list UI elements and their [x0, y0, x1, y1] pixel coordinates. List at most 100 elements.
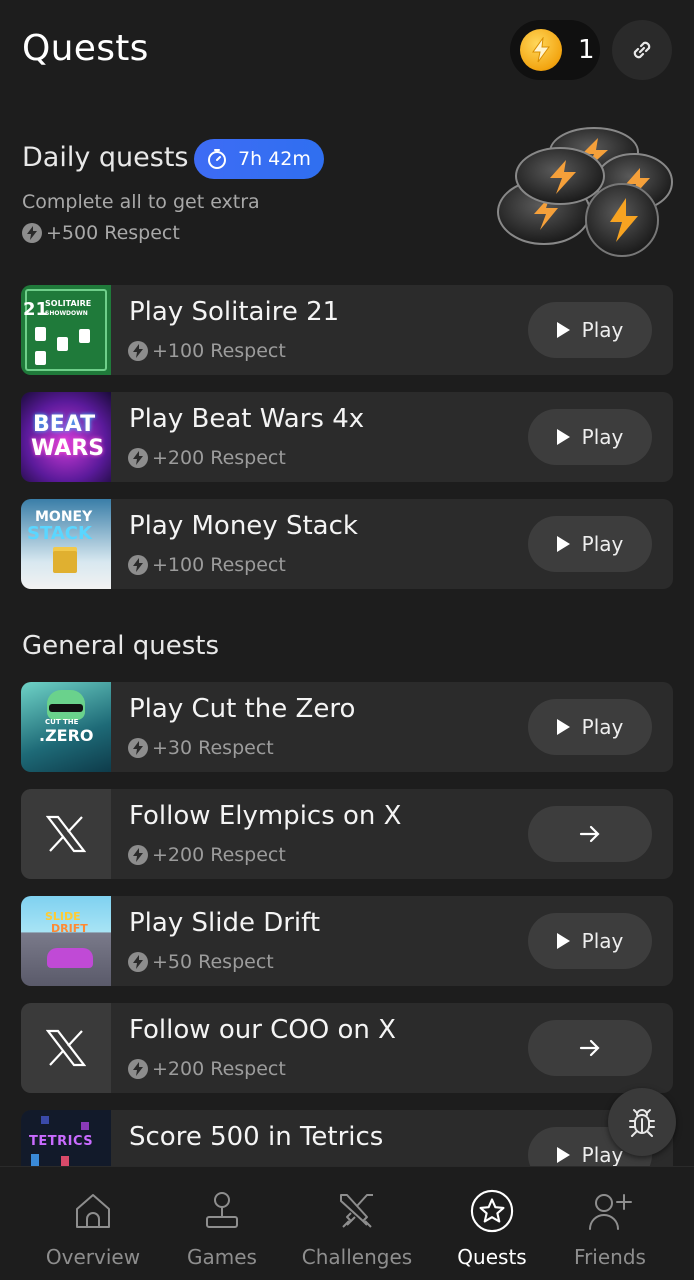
quest-card-money-stack[interactable]: MONEY STACK Play Money Stack +100 Respec…	[21, 499, 673, 589]
nav-label: Challenges	[301, 1245, 413, 1269]
link-icon	[633, 41, 651, 59]
general-quests-title: General quests	[22, 631, 219, 661]
daily-bonus-text: +500 Respect	[46, 222, 180, 244]
quest-title: Play Slide Drift	[129, 908, 321, 938]
quest-card-follow-elympics[interactable]: Follow Elympics on X +200 Respect	[21, 789, 673, 879]
thumb-text: DRIFT	[51, 922, 88, 935]
x-logo-thumbnail	[21, 789, 111, 879]
quest-reward: +100 Respect	[128, 340, 286, 362]
home-icon	[71, 1189, 115, 1233]
play-label: Play	[581, 1143, 624, 1166]
money-stack-thumbnail: MONEY STACK	[21, 499, 111, 589]
quest-title: Play Solitaire 21	[129, 297, 340, 327]
reward-text: +100 Respect	[152, 340, 286, 362]
quest-reward: +30 Respect	[128, 737, 274, 759]
nav-friends[interactable]: Friends	[550, 1189, 670, 1269]
play-button[interactable]: Play	[528, 516, 652, 572]
play-label: Play	[581, 715, 624, 739]
nav-overview[interactable]: Overview	[33, 1189, 153, 1269]
cut-the-zero-thumbnail: CUT THE .ZERO	[21, 682, 111, 772]
play-icon	[556, 1147, 570, 1163]
quest-title: Play Money Stack	[129, 511, 358, 541]
daily-subtitle: Complete all to get extra	[22, 191, 260, 213]
thumb-text: WARS	[31, 436, 105, 461]
quest-title: Play Beat Wars 4x	[129, 404, 365, 434]
bug-icon	[629, 1109, 655, 1137]
play-button[interactable]: Play	[528, 913, 652, 969]
thumb-text: SOLITAIRE	[45, 299, 92, 308]
tetrics-thumbnail: TETRICS	[21, 1110, 111, 1166]
reward-text: +200 Respect	[152, 844, 286, 866]
go-button[interactable]	[528, 806, 652, 862]
quest-reward: +200 Respect	[128, 844, 286, 866]
nav-games[interactable]: Games	[162, 1189, 282, 1269]
bottom-nav: Overview Games Challenges Quests Friends	[0, 1166, 694, 1280]
respect-icon	[128, 1059, 148, 1079]
play-label: Play	[581, 929, 624, 953]
daily-bonus: +500 Respect	[22, 222, 180, 244]
play-button[interactable]: Play	[528, 409, 652, 465]
quest-reward: +200 Respect	[128, 447, 286, 469]
coin-balance[interactable]: 1	[510, 20, 600, 80]
joystick-icon	[200, 1189, 244, 1233]
play-label: Play	[581, 318, 624, 342]
coin-count: 1	[578, 35, 595, 65]
play-icon	[556, 719, 570, 735]
thumb-text: SHOWDOWN	[45, 310, 88, 317]
quest-title: Follow our COO on X	[129, 1015, 396, 1045]
play-button[interactable]: Play	[528, 699, 652, 755]
quest-card-cut-the-zero[interactable]: CUT THE .ZERO Play Cut the Zero +30 Resp…	[21, 682, 673, 772]
coins-illustration	[494, 122, 674, 262]
quest-card-slide-drift[interactable]: SLIDE DRIFT Play Slide Drift +50 Respect…	[21, 896, 673, 986]
quest-card-beat-wars[interactable]: BEAT WARS Play Beat Wars 4x +200 Respect…	[21, 392, 673, 482]
quest-title: Play Cut the Zero	[129, 694, 356, 724]
quest-reward: +50 Respect	[128, 951, 274, 973]
link-button[interactable]	[612, 20, 672, 80]
quest-title: Score 500 in Tetrics	[129, 1122, 384, 1152]
daily-quests-title: Daily quests	[22, 142, 189, 173]
respect-icon	[128, 555, 148, 575]
bug-report-button[interactable]	[608, 1088, 676, 1156]
bolt-coin-icon	[520, 29, 562, 71]
arrow-right-icon	[579, 825, 600, 843]
header: Quests 1	[0, 0, 694, 100]
star-badge-icon	[470, 1189, 514, 1233]
play-icon	[556, 429, 570, 445]
thumb-text: CUT THE	[45, 718, 79, 726]
quest-card-follow-coo[interactable]: Follow our COO on X +200 Respect	[21, 1003, 673, 1093]
respect-icon	[128, 341, 148, 361]
quest-title: Follow Elympics on X	[129, 801, 402, 831]
nav-challenges[interactable]: Challenges	[297, 1189, 417, 1269]
add-friend-icon	[588, 1189, 632, 1233]
respect-icon	[128, 738, 148, 758]
quest-card-tetrics[interactable]: TETRICS Score 500 in Tetrics Play	[21, 1110, 673, 1166]
x-logo-icon	[46, 1029, 86, 1067]
nav-label: Quests	[457, 1245, 527, 1269]
crossed-swords-icon	[335, 1189, 379, 1233]
reward-text: +200 Respect	[152, 1058, 286, 1080]
play-icon	[556, 322, 570, 338]
stopwatch-icon	[208, 149, 226, 169]
quest-reward: +200 Respect	[128, 1058, 286, 1080]
nav-quests[interactable]: Quests	[432, 1189, 552, 1269]
thumb-text: .ZERO	[39, 726, 94, 745]
reward-text: +30 Respect	[152, 737, 274, 759]
x-logo-thumbnail	[21, 1003, 111, 1093]
play-label: Play	[581, 532, 624, 556]
quest-reward: +100 Respect	[128, 554, 286, 576]
reward-text: +100 Respect	[152, 554, 286, 576]
play-button[interactable]: Play	[528, 302, 652, 358]
respect-icon	[128, 448, 148, 468]
go-button[interactable]	[528, 1020, 652, 1076]
nav-label: Friends	[574, 1245, 646, 1269]
daily-timer: 7h 42m	[194, 139, 324, 179]
quest-card-solitaire[interactable]: 21 SOLITAIRE SHOWDOWN Play Solitaire 21 …	[21, 285, 673, 375]
solitaire-thumbnail: 21 SOLITAIRE SHOWDOWN	[21, 285, 111, 375]
respect-icon	[128, 952, 148, 972]
arrow-right-icon	[579, 1039, 600, 1057]
play-label: Play	[581, 425, 624, 449]
respect-icon	[22, 223, 42, 243]
respect-icon	[128, 845, 148, 865]
reward-text: +200 Respect	[152, 447, 286, 469]
play-icon	[556, 536, 570, 552]
